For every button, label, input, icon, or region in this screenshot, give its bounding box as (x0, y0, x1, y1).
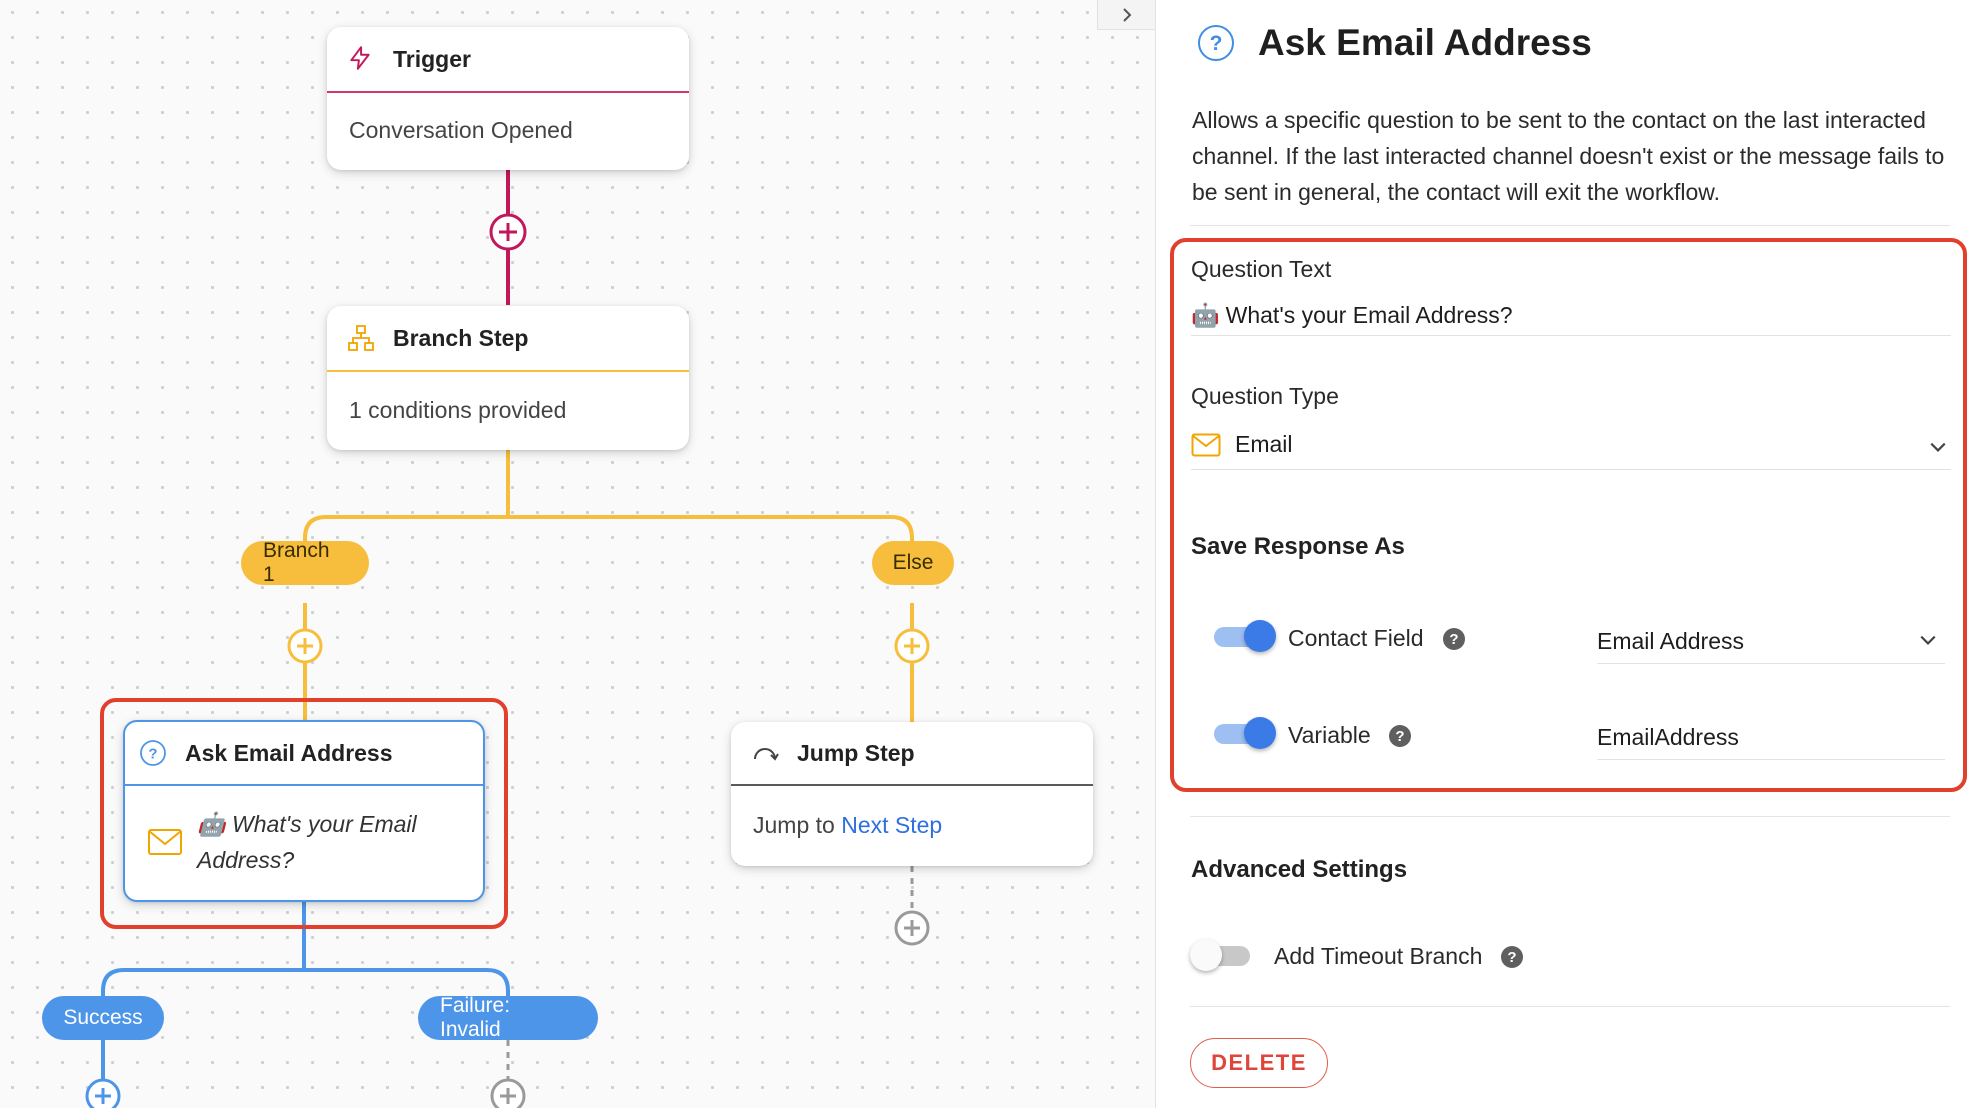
branch-step-title: Branch Step (393, 324, 529, 351)
question-preview-line2: Address? (197, 847, 295, 873)
robot-emoji: 🤖 (1191, 302, 1220, 328)
svg-text:?: ? (148, 746, 157, 763)
save-response-title: Save Response As (1191, 533, 1405, 560)
add-step-plus-icon[interactable] (285, 626, 325, 666)
ask-email-node-title: Ask Email Address (185, 739, 393, 766)
jump-arrow-icon (751, 739, 779, 767)
add-step-plus-icon[interactable] (892, 908, 932, 948)
trigger-node[interactable]: Trigger Conversation Opened (327, 27, 689, 170)
question-type-value: Email (1235, 431, 1293, 457)
contact-field-value: Email Address (1597, 628, 1745, 654)
question-text-input[interactable]: 🤖 What's your Email Address? (1191, 296, 1951, 336)
branch-step-node[interactable]: Branch Step 1 conditions provided (327, 306, 689, 450)
question-text-label: Question Text (1191, 256, 1332, 282)
question-circle-icon: ? (1196, 23, 1236, 63)
failure-invalid-branch-label[interactable]: Failure: Invalid (418, 994, 598, 1041)
svg-text:?: ? (1210, 32, 1223, 55)
lightning-icon (347, 45, 375, 73)
question-preview-line1: What's your Email (232, 811, 417, 837)
branch-1-label[interactable]: Branch 1 (241, 539, 369, 586)
add-step-plus-icon[interactable] (488, 212, 528, 252)
question-type-select[interactable]: Email (1191, 420, 1951, 470)
add-step-plus-icon[interactable] (83, 1076, 123, 1108)
help-icon[interactable]: ? (1501, 946, 1523, 968)
variable-name-input[interactable]: EmailAddress (1597, 716, 1945, 760)
divider (1190, 225, 1950, 226)
panel-description: Allows a specific question to be sent to… (1192, 107, 1945, 205)
delete-step-button[interactable]: DELETE (1190, 1038, 1328, 1088)
chevron-down-icon (1930, 442, 1946, 452)
divider (1190, 1006, 1950, 1007)
envelope-icon (147, 828, 183, 856)
timeout-branch-label: Add Timeout Branch (1274, 943, 1483, 969)
chevron-right-icon (1122, 7, 1131, 22)
chevron-down-icon (1920, 635, 1936, 645)
add-step-plus-icon[interactable] (892, 626, 932, 666)
trigger-event: Conversation Opened (349, 117, 573, 143)
contact-field-select[interactable]: Email Address (1597, 620, 1945, 664)
advanced-settings-title: Advanced Settings (1191, 856, 1408, 883)
branch-step-summary: 1 conditions provided (349, 396, 567, 423)
panel-header: ? Ask Email Address (1196, 22, 1592, 64)
contact-field-toggle[interactable] (1212, 620, 1276, 652)
robot-emoji: 🤖 (197, 811, 226, 837)
question-type-label: Question Type (1191, 383, 1339, 409)
branch-tree-icon (347, 324, 375, 352)
envelope-icon (1191, 433, 1221, 457)
collapse-panel-button[interactable] (1097, 0, 1155, 30)
contact-field-label: Contact Field (1288, 625, 1424, 651)
question-circle-icon: ? (139, 739, 167, 767)
variable-name-value: EmailAddress (1597, 724, 1739, 750)
ask-email-node[interactable]: ? Ask Email Address 🤖 What's your Email … (123, 720, 485, 902)
question-text-value: What's your Email Address? (1225, 302, 1513, 328)
divider (1190, 816, 1950, 817)
panel-title: Ask Email Address (1258, 22, 1592, 63)
add-step-plus-icon[interactable] (488, 1076, 528, 1108)
else-branch-label[interactable]: Else (872, 541, 954, 585)
variable-label: Variable (1288, 722, 1371, 748)
help-icon[interactable]: ? (1389, 725, 1411, 747)
success-branch-label[interactable]: Success (42, 996, 164, 1040)
jump-step-node[interactable]: Jump Step Jump to Next Step (731, 722, 1093, 866)
jump-step-prefix: Jump to (753, 811, 835, 838)
timeout-branch-toggle[interactable] (1190, 939, 1252, 971)
trigger-title: Trigger (393, 45, 471, 72)
step-settings-panel: ? Ask Email Address Allows a specific qu… (1155, 0, 1984, 1108)
workflow-canvas[interactable]: Trigger Conversation Opened Branch Step … (0, 0, 1155, 1108)
help-icon[interactable]: ? (1443, 628, 1465, 650)
variable-toggle[interactable] (1212, 717, 1276, 749)
next-step-link[interactable]: Next Step (841, 812, 942, 839)
jump-step-title: Jump Step (797, 739, 915, 766)
